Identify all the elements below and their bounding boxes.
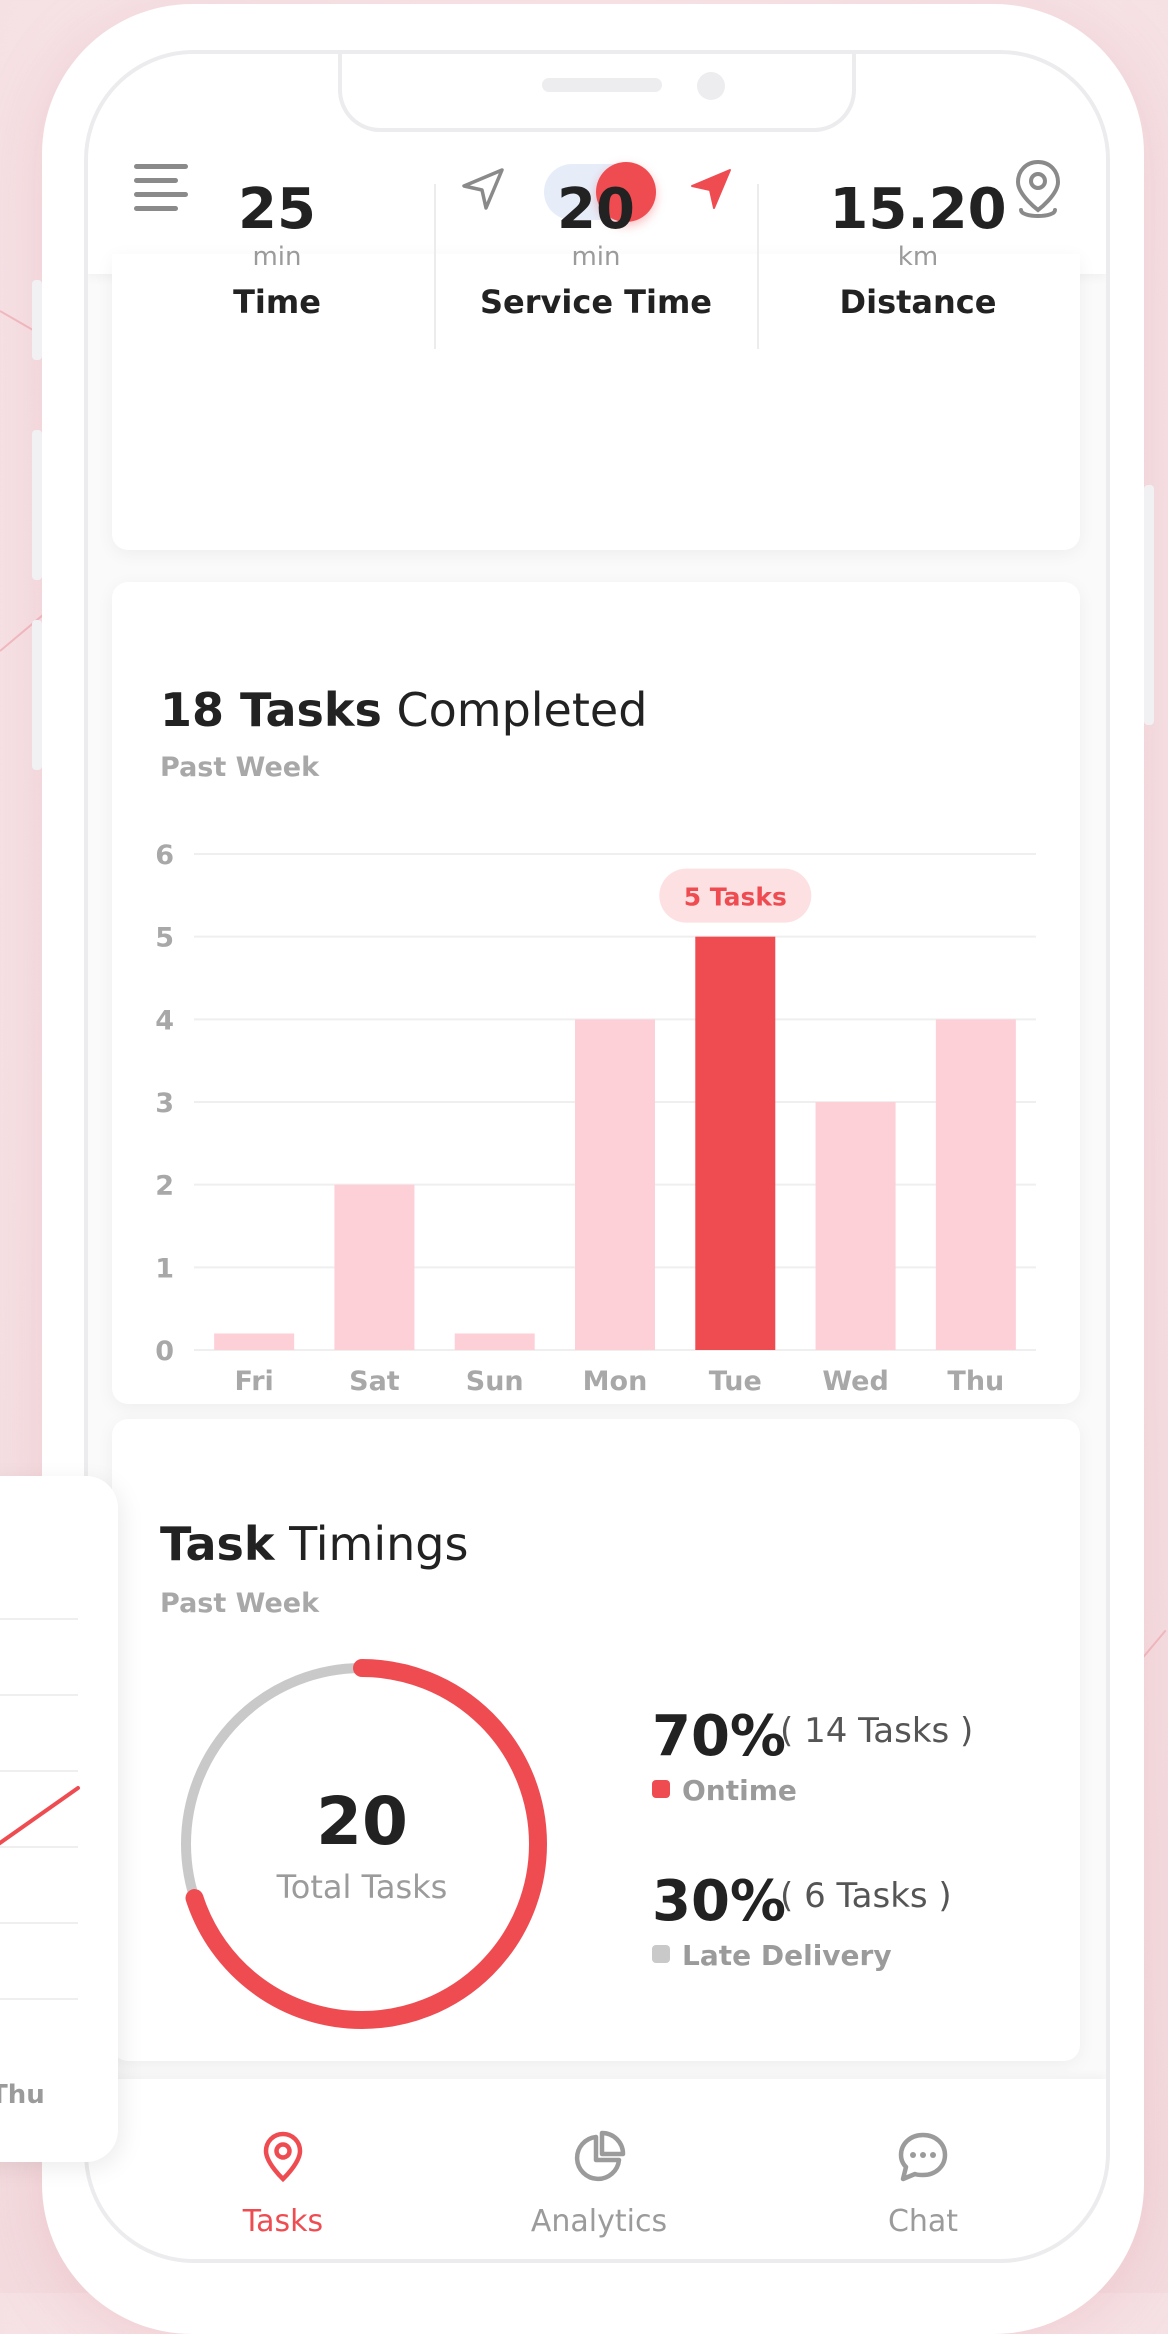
chat-bubble-icon [898, 2132, 948, 2182]
tasks-bar-chart: 0 1 2 3 4 5 6 Fri Sat Sun Mon Tue 5 Tasks Wed Thu [155, 840, 1036, 1397]
y-tick-label: 5 [155, 923, 174, 954]
tasks-completed-card: 18 Tasks Completed Past Week 0 1 2 3 4 5 6 Fri S… [112, 582, 1080, 1404]
stat-distance: 15.20 km Distance [758, 54, 1078, 319]
map-pin-icon [263, 2131, 303, 2183]
legend-ontime: Ontime [652, 1777, 797, 1805]
x-tick-label: Fri [234, 1366, 273, 1397]
x-tick-label: Tue [709, 1366, 762, 1397]
bar [695, 936, 776, 1350]
bottom-navigation: Tasks Analytics Chat [88, 2079, 1106, 2259]
stat-value: 15.20 [829, 177, 1007, 242]
stat-unit: min [571, 242, 621, 272]
legend-swatch [652, 1945, 670, 1963]
phone-side-button [32, 430, 42, 580]
legend-swatch [652, 1780, 670, 1798]
bar [454, 1333, 535, 1350]
tab-label: Analytics [530, 2204, 668, 2239]
stat-label: Distance [839, 283, 997, 321]
card-subtitle: Past Week [160, 1588, 320, 1619]
stat-service-time: 20 min Service Time [436, 54, 756, 319]
y-tick-label: 3 [155, 1088, 174, 1119]
bar [214, 1333, 295, 1350]
x-tick-label: Sun [466, 1366, 524, 1397]
card-title: Task Timings [160, 1521, 468, 1567]
ontime-count: ( 14 Tasks ) [780, 1711, 974, 1751]
bar [815, 1102, 896, 1350]
y-tick-label: 6 [155, 840, 174, 871]
title-rest: Timings [289, 1517, 469, 1571]
stat-value: 20 [557, 177, 635, 242]
bar [935, 1019, 1016, 1350]
legend-label: Late Delivery [682, 1939, 892, 1972]
legend-label: Ontime [682, 1774, 797, 1807]
mini-axis-label: Thu [0, 2080, 45, 2110]
tab-label: Chat [887, 2204, 959, 2239]
y-tick-label: 0 [155, 1336, 174, 1367]
title-bold: Task [160, 1517, 275, 1571]
total-tasks-label: Total Tasks [276, 1868, 448, 1906]
stat-time: 25 min Time [117, 54, 437, 319]
y-tick-label: 2 [155, 1171, 174, 1202]
tab-label: Tasks [242, 2204, 324, 2239]
phone-side-button [32, 620, 42, 770]
task-timings-card: Task Timings Past Week 20 Total Tasks 70… [112, 1419, 1080, 2061]
y-tick-label: 1 [155, 1253, 174, 1284]
late-percent: 30% [652, 1869, 787, 1934]
x-tick-label: Mon [583, 1366, 648, 1397]
bar [575, 1019, 655, 1350]
stat-label: Service Time [479, 283, 712, 321]
phone-screen: 25 min Time 20 min Service Time 15.20 km… [84, 50, 1110, 2263]
ontime-percent: 70% [652, 1704, 787, 1769]
legend-late: Late Delivery [652, 1942, 892, 1970]
stat-label: Time [233, 283, 321, 321]
mini-line-series [0, 1786, 80, 1846]
bar [334, 1184, 415, 1350]
stat-value: 25 [238, 177, 316, 242]
x-tick-label: Wed [822, 1366, 888, 1397]
total-tasks-value: 20 [316, 1783, 408, 1860]
trip-stats-card: 25 min Time 20 min Service Time 15.20 km… [112, 182, 1080, 550]
stat-unit: min [252, 242, 302, 272]
bar-tooltip-label: 5 Tasks [684, 883, 787, 912]
x-tick-label: Thu [947, 1366, 1004, 1397]
phone-side-button [1144, 485, 1154, 725]
late-count: ( 6 Tasks ) [780, 1876, 952, 1916]
stat-unit: km [897, 242, 939, 272]
pie-chart-icon [574, 2130, 626, 2182]
y-tick-label: 4 [155, 1005, 174, 1036]
phone-side-button [32, 280, 42, 360]
background-mini-chart-card: Thu [0, 1476, 118, 2162]
x-tick-label: Sat [349, 1366, 400, 1397]
